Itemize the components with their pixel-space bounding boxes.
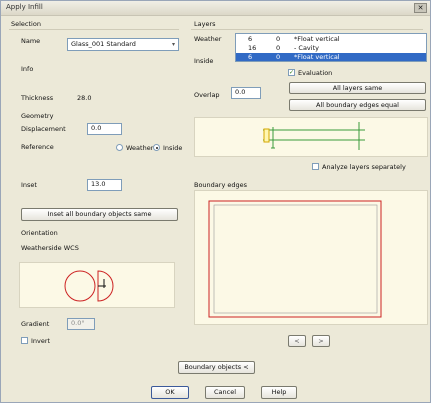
arrow-right-icon: > <box>318 337 324 345</box>
title-bar: Apply Infill ✕ <box>1 1 430 16</box>
layer-name: *Float vertical <box>294 35 340 43</box>
displacement-label: Displacement <box>21 125 66 133</box>
selection-header: Selection <box>11 20 41 28</box>
layer-offset: 0 <box>276 44 281 52</box>
close-icon: ✕ <box>417 4 424 12</box>
displacement-value: 0.0 <box>91 124 102 132</box>
layer-row-selected[interactable]: 6 0 *Float vertical <box>236 53 426 61</box>
previous-edge-button[interactable]: < <box>288 335 306 347</box>
inset-label: Inset <box>21 181 37 189</box>
gradient-value: 0.0° <box>71 319 85 327</box>
info-label: Info <box>21 65 34 73</box>
arrow-left-icon: < <box>294 337 300 345</box>
inset-value: 13.0 <box>91 180 106 188</box>
all-layers-same-button[interactable]: All layers same <box>289 82 426 94</box>
analyze-label: Analyze layers separately <box>322 163 406 171</box>
boundary-preview <box>194 190 428 325</box>
apply-infill-dialog: Apply Infill ✕ Selection Name Glass_001 … <box>0 0 431 403</box>
analyze-checkbox[interactable] <box>312 163 319 170</box>
name-dropdown[interactable]: Glass_001 Standard ▾ <box>67 38 179 51</box>
orientation-value: Weatherside WCS <box>21 244 79 252</box>
boundary-objects-button[interactable]: Boundary objects < <box>178 361 255 374</box>
displacement-input[interactable]: 0.0 <box>87 123 122 135</box>
inside-label: Inside <box>194 57 214 65</box>
invert-checkbox[interactable] <box>21 337 28 344</box>
overlap-input[interactable]: 0.0 <box>231 87 261 99</box>
orientation-drawing <box>64 270 114 302</box>
name-value: Glass_001 Standard <box>71 40 136 48</box>
inset-all-button[interactable]: Inset all boundary objects same <box>21 208 178 221</box>
layers-list[interactable]: 6 0 *Float vertical 16 0 - Cavity 6 0 *F… <box>235 33 427 62</box>
layer-offset: 0 <box>276 53 281 61</box>
overlap-label: Overlap <box>194 91 220 99</box>
reference-label: Reference <box>21 143 54 151</box>
chevron-down-icon: ▾ <box>171 41 175 48</box>
thickness-value: 28.0 <box>77 94 92 102</box>
layers-drawing <box>263 122 365 150</box>
thickness-label: Thickness <box>21 94 54 102</box>
reference-weather-label: Weather <box>126 144 154 152</box>
invert-label: Invert <box>31 337 51 345</box>
orientation-preview <box>19 262 175 308</box>
inset-input[interactable]: 13.0 <box>87 179 122 191</box>
close-button[interactable]: ✕ <box>414 3 427 13</box>
layer-offset: 0 <box>276 35 281 43</box>
layer-name: - Cavity <box>294 44 319 52</box>
evaluation-checkbox[interactable]: ✓ <box>288 69 295 76</box>
gradient-input[interactable]: 0.0° <box>67 318 95 330</box>
selection-divider <box>9 29 179 30</box>
help-button[interactable]: Help <box>261 386 297 399</box>
ok-button[interactable]: OK <box>151 386 189 399</box>
reference-weather-radio[interactable] <box>116 144 123 151</box>
all-edges-equal-button[interactable]: All boundary edges equal <box>289 99 426 111</box>
layers-divider <box>191 29 423 30</box>
name-label: Name <box>21 37 41 45</box>
boundary-edges-header: Boundary edges <box>194 181 248 189</box>
weather-label: Weather <box>194 35 222 43</box>
orientation-header: Orientation <box>21 229 58 237</box>
gradient-label: Gradient <box>21 320 50 328</box>
reference-inside-label: Inside <box>163 144 183 152</box>
layer-thickness: 6 <box>248 53 253 61</box>
next-edge-button[interactable]: > <box>312 335 330 347</box>
reference-inside-radio[interactable] <box>153 144 160 151</box>
layer-name: *Float vertical <box>294 53 340 61</box>
cancel-button[interactable]: Cancel <box>205 386 245 399</box>
overlap-value: 0.0 <box>235 88 246 96</box>
layer-thickness: 16 <box>248 44 257 52</box>
layer-thickness: 6 <box>248 35 253 43</box>
layer-row[interactable]: 6 0 *Float vertical <box>236 35 426 44</box>
layers-header: Layers <box>194 20 216 28</box>
boundary-drawing <box>208 200 382 318</box>
layer-row[interactable]: 16 0 - Cavity <box>236 44 426 53</box>
window-title: Apply Infill <box>6 3 43 11</box>
evaluation-label: Evaluation <box>298 69 333 77</box>
geometry-header: Geometry <box>21 112 54 120</box>
layers-preview <box>194 117 428 157</box>
